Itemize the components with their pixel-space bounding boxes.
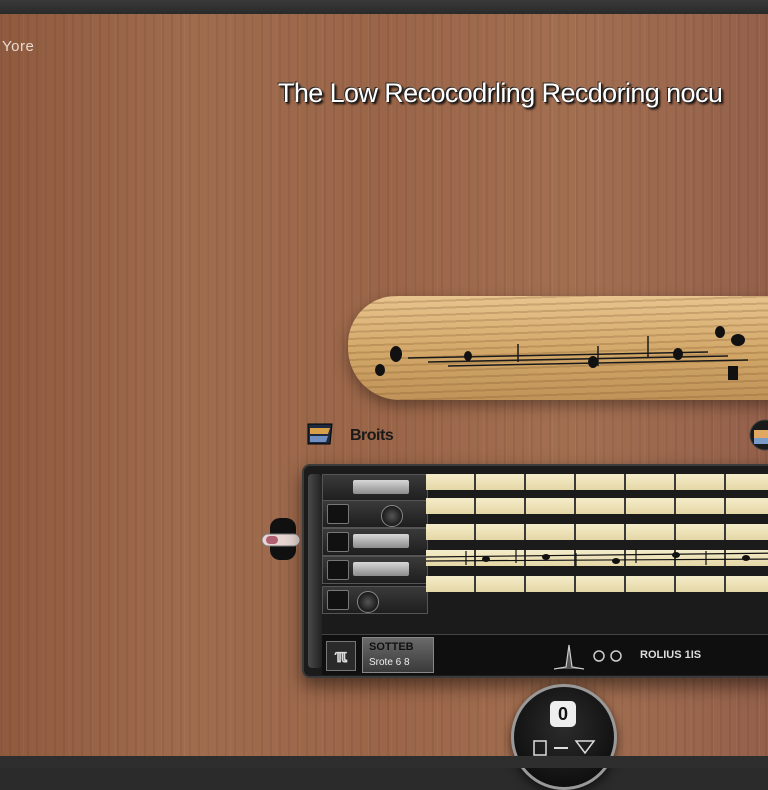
status-dots-icon [593,650,622,662]
control-dial[interactable] [357,591,379,613]
footer-display: SOTTEB Srote 6 8 [362,637,434,673]
boat-logo-icon[interactable] [304,420,338,448]
status-bar [0,756,768,768]
control-slot [353,534,409,548]
player-panel: ℼ SOTTEB Srote 6 8 ROLIUS 1IS [302,464,768,678]
knob-icon[interactable] [748,418,768,452]
window-titlebar [0,0,768,14]
peak-meter-icon [554,644,584,670]
control-row[interactable] [322,556,428,584]
player-handle[interactable] [261,516,302,562]
track-lane[interactable] [426,498,768,514]
footer-title: SOTTEB [369,641,414,653]
page-title: The Low Recocodrling Recdoring nocu [278,78,723,108]
corner-label: Yore [2,38,35,55]
control-row[interactable] [322,474,428,502]
control-button[interactable] [327,504,349,524]
footer-info: ROLIUS 1IS [640,649,702,661]
track-lane[interactable] [426,576,768,592]
control-slot [353,562,409,576]
guitar-neck [348,296,768,400]
center-button[interactable]: 0 [550,701,576,727]
track-lane[interactable] [426,524,768,540]
control-dial[interactable] [381,505,403,527]
document-icon[interactable]: ℼ [326,641,356,671]
control-row[interactable] [322,586,428,614]
control-row[interactable] [322,500,428,528]
control-slot [353,480,409,494]
waveform-icon [426,549,768,567]
control-button[interactable] [327,590,349,610]
section-label: Broits [350,427,394,444]
footer-subtitle: Srote 6 8 [369,657,410,668]
player-side-rail [308,474,322,668]
track-lane[interactable] [426,474,768,490]
control-button[interactable] [327,532,349,552]
player-footer: ℼ SOTTEB Srote 6 8 ROLIUS 1IS [322,634,768,675]
round-transport-control[interactable]: 0 [511,684,617,790]
notation-marks-icon [375,326,749,380]
control-row[interactable] [322,528,428,556]
control-button[interactable] [327,560,349,580]
